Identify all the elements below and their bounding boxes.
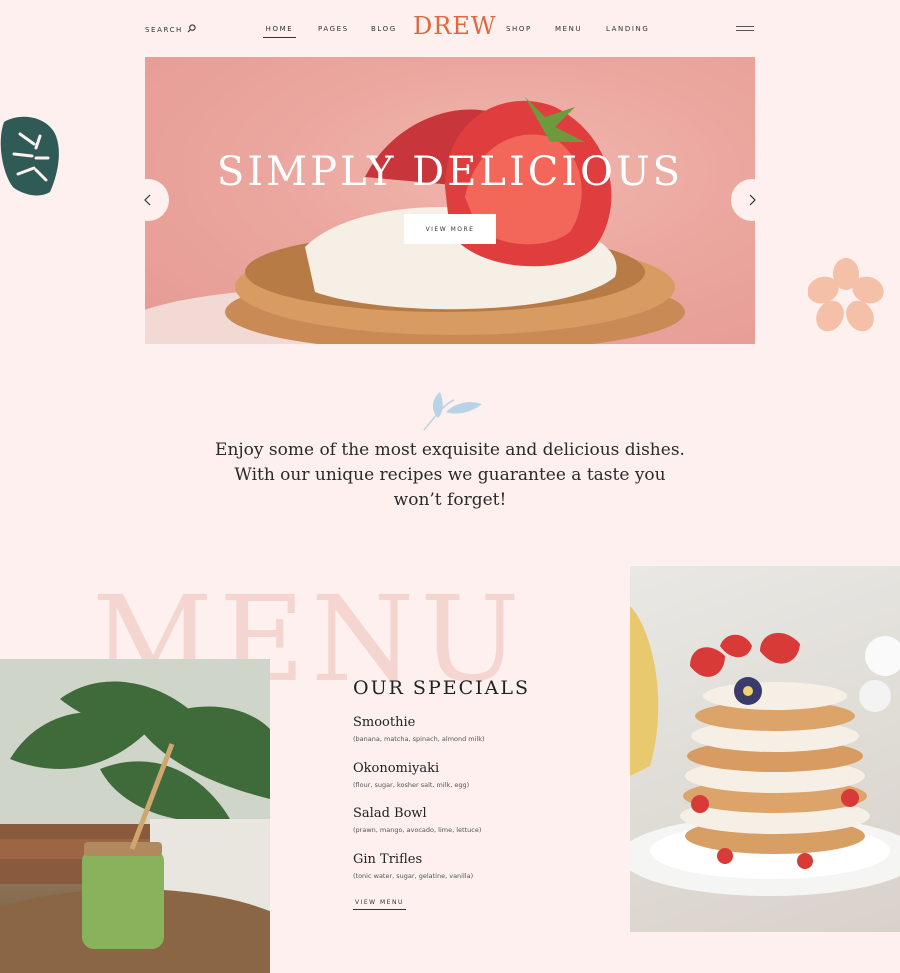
nav-blog[interactable]: BLOG (371, 25, 397, 33)
hero-title: SIMPLY DELICIOUS (216, 149, 684, 195)
pancake-stack-photo (630, 566, 900, 932)
flower-icon (807, 258, 884, 338)
view-more-button[interactable]: VIEW MORE (404, 214, 496, 244)
nav-home[interactable]: HOME (263, 25, 296, 38)
hero-slider: SIMPLY DELICIOUS VIEW MORE (145, 57, 755, 344)
dish-description: (tonic water, sugar, gelatine, vanilla) (353, 872, 474, 880)
chevron-left-icon (144, 191, 152, 210)
nav-shop[interactable]: SHOP (506, 25, 532, 33)
dish-name: Okonomiyaki (353, 761, 440, 776)
site-logo[interactable]: DREW (413, 12, 496, 40)
search-icon (187, 24, 196, 35)
dish-name: Smoothie (353, 715, 416, 730)
menu-hamburger-icon[interactable] (736, 26, 754, 31)
specials-title: OUR SPECIALS (353, 677, 531, 699)
nav-pages[interactable]: PAGES (318, 25, 349, 33)
dish-name: Gin Trifles (353, 852, 423, 867)
dish-description: (banana, matcha, spinach, almond milk) (353, 735, 485, 743)
dish-description: (flour, sugar, kosher salt, milk, egg) (353, 781, 470, 789)
slider-next-button[interactable] (731, 179, 773, 221)
chevron-right-icon (748, 191, 756, 210)
slider-prev-button[interactable] (127, 179, 169, 221)
view-menu-link[interactable]: VIEW MENU (353, 899, 406, 910)
nav-landing[interactable]: LANDING (606, 25, 649, 33)
monstera-leaf-icon (0, 114, 62, 204)
search-button[interactable]: SEARCH (145, 24, 196, 35)
dish-description: (prawn, mango, avocado, lime, lettuce) (353, 826, 482, 834)
intro-text: Enjoy some of the most exquisite and del… (215, 440, 685, 510)
dish-name: Salad Bowl (353, 806, 427, 821)
leaf-sprig-icon (420, 390, 484, 436)
nav-menu[interactable]: MENU (555, 25, 582, 33)
smoothie-photo (0, 659, 270, 973)
hero-image (145, 97, 685, 344)
search-label: SEARCH (145, 25, 183, 34)
